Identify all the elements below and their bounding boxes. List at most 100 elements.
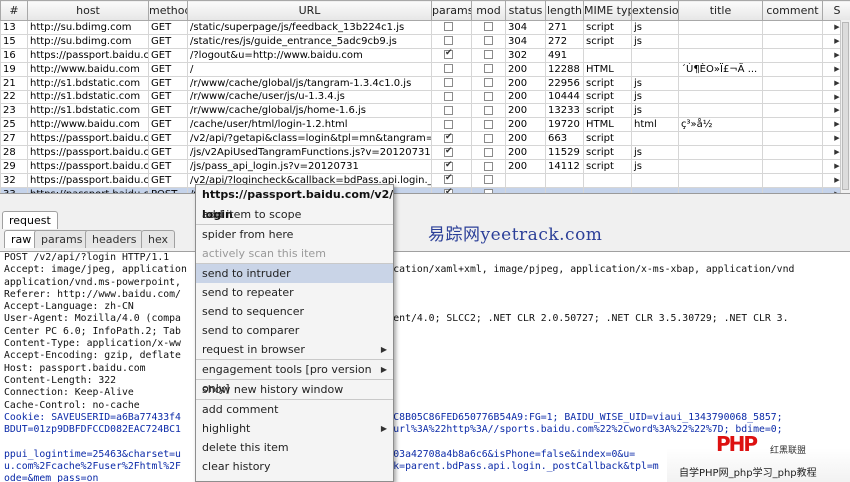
mod-cell [471, 61, 506, 77]
menu-item-add-comment[interactable]: add comment [196, 400, 393, 419]
submenu-arrow-icon: ▶ [380, 345, 387, 354]
menu-item-highlight[interactable]: highlight ▶ [196, 419, 393, 438]
params-cell [431, 61, 472, 77]
column-header-7[interactable]: length [545, 0, 584, 21]
table-row[interactable]: 15 http://su.bdimg.com GET/static/res/js/g… [0, 33, 850, 49]
column-header-3[interactable]: URL [187, 0, 432, 21]
num-cell: 19 [0, 61, 28, 77]
table-row[interactable]: 16https://passport.baidu.comGET/?logout&… [0, 47, 850, 63]
params-checkbox[interactable] [444, 49, 453, 60]
cookie-value: SAVEUSERID=a6Ba77433f4 70C84BC8B05C86FED… [51, 411, 783, 423]
history-grid: # host method URL params mod status length MIME … [0, 0, 850, 193]
mod-cell [471, 131, 506, 147]
mod-checkbox[interactable] [484, 105, 493, 115]
mod-checkbox[interactable] [484, 78, 493, 88]
params-checkbox[interactable] [444, 105, 453, 115]
table-vertical-scrollbar[interactable] [840, 20, 850, 193]
history-table[interactable]: # host method URL params mod status length MIME … [0, 0, 850, 193]
title-cell [678, 145, 763, 161]
table-row[interactable]: 27https://passport.baidu.comGET/v2/api/?… [0, 131, 850, 147]
subtab-params[interactable]: params [34, 230, 90, 248]
menu-item-send-to-repeater[interactable]: send to repeater [196, 283, 393, 302]
status-cell: 304 [505, 20, 546, 35]
table-row[interactable]: 23 http://s1.bdstatic.com GET/r/www/cache/… [0, 103, 850, 119]
params-checkbox[interactable] [444, 174, 453, 185]
table-row[interactable]: 21 http://s1.bdstatic.com GET/r/www/cache/… [0, 75, 850, 91]
menu-item-engagement-tools-pro-version-only[interactable]: engagement tools [pro version only] ▶ [196, 360, 393, 395]
mod-checkbox[interactable] [484, 133, 493, 143]
params-checkbox[interactable] [444, 78, 453, 88]
menu-item-add-item-to-scope[interactable]: add item to scope [196, 205, 393, 224]
mod-checkbox[interactable] [484, 119, 493, 129]
column-header-2[interactable]: method [148, 0, 188, 21]
column-header-6[interactable]: status [505, 0, 546, 21]
comment-cell [762, 159, 823, 174]
mod-checkbox[interactable] [484, 91, 493, 101]
column-header-11[interactable]: comment [762, 0, 823, 21]
table-row[interactable]: 29https://passport.baidu.comGET/js/pass_… [0, 159, 850, 174]
column-header-5[interactable]: mod [471, 0, 506, 21]
column-header-0[interactable]: # [0, 0, 28, 21]
subtab-hex[interactable]: hex [141, 230, 176, 248]
menu-item-delete-this-item[interactable]: delete this item [196, 438, 393, 457]
host-cell: https://passport.baidu.com [27, 131, 149, 147]
menu-item-clear-history[interactable]: clear history [196, 457, 393, 476]
params-checkbox[interactable] [444, 91, 453, 101]
mod-checkbox[interactable] [484, 64, 493, 74]
column-header-12[interactable]: S [822, 0, 850, 21]
mod-checkbox[interactable] [484, 175, 493, 185]
ext-cell: js [631, 89, 679, 105]
column-header-1[interactable]: host [27, 0, 149, 21]
ext-cell: js [631, 75, 679, 91]
column-header-4[interactable]: params [431, 0, 472, 21]
params-cell [431, 103, 472, 119]
params-checkbox[interactable] [444, 36, 453, 46]
method-cell: GET [148, 103, 188, 119]
url-cell: /?logout&u=http://www.baidu.com [187, 47, 432, 63]
table-row[interactable]: 25 http://www.baidu.com GET/cache/user/htm… [0, 117, 850, 133]
column-header-10[interactable]: title [678, 0, 763, 21]
mod-checkbox[interactable] [484, 161, 493, 171]
menu-item-show-new-history-window[interactable]: show new history window [196, 380, 393, 399]
host-cell: https://passport.baidu.com [27, 145, 149, 161]
table-row[interactable]: 32https://passport.baidu.comGET/v2/api/?… [0, 172, 850, 188]
scrollbar-thumb[interactable] [842, 22, 849, 190]
menu-item-send-to-comparer[interactable]: send to comparer [196, 321, 393, 340]
submenu-arrow-icon: ▶ [380, 424, 387, 433]
subtab-headers[interactable]: headers [85, 230, 144, 248]
watermark: 易踪网yeetrack.com [428, 225, 603, 245]
params-checkbox[interactable] [444, 133, 453, 143]
params-cell [431, 117, 472, 133]
mod-checkbox[interactable] [484, 36, 493, 46]
host-cell: http://s1.bdstatic.com [27, 75, 149, 91]
column-header-8[interactable]: MIME type [583, 0, 632, 21]
table-row[interactable]: 22 http://s1.bdstatic.com GET/r/www/cache/… [0, 89, 850, 105]
menu-item-send-to-sequencer[interactable]: send to sequencer [196, 302, 393, 321]
title-cell [678, 47, 763, 63]
params-checkbox[interactable] [444, 161, 453, 171]
menu-item-send-to-intruder[interactable]: send to intruder [196, 264, 393, 283]
mod-checkbox[interactable] [484, 147, 493, 157]
mod-checkbox[interactable] [484, 50, 493, 60]
method-cell: GET [148, 89, 188, 105]
tab-request[interactable]: request [2, 211, 58, 229]
menu-item-spider-from-here[interactable]: spider from here [196, 225, 393, 244]
length-cell: 12288 [545, 61, 584, 77]
ext-cell [631, 172, 679, 188]
url-cell: / [187, 61, 432, 77]
ext-cell: js [631, 103, 679, 119]
menu-item-request-in-browser[interactable]: request in browser ▶ [196, 340, 393, 359]
column-header-9[interactable]: extension [631, 0, 679, 21]
params-checkbox[interactable] [444, 22, 453, 32]
table-row[interactable]: 28https://passport.baidu.comGET/js/v2Api… [0, 145, 850, 161]
params-checkbox[interactable] [444, 147, 453, 157]
params-checkbox[interactable] [444, 119, 453, 129]
host-cell: http://su.bdimg.com [27, 20, 149, 35]
mod-checkbox[interactable] [484, 22, 493, 32]
menu-item-label: send to comparer [202, 324, 300, 337]
table-row[interactable]: 13 http://su.bdimg.com GET/static/superpag… [0, 20, 850, 35]
params-checkbox[interactable] [444, 64, 453, 74]
table-row[interactable]: 19 http://www.baidu.com GET/ 200 12288 HTML ´Ù… [0, 61, 850, 77]
ext-cell: js [631, 20, 679, 35]
menu-item-copy-url[interactable]: copy URL [196, 476, 393, 481]
